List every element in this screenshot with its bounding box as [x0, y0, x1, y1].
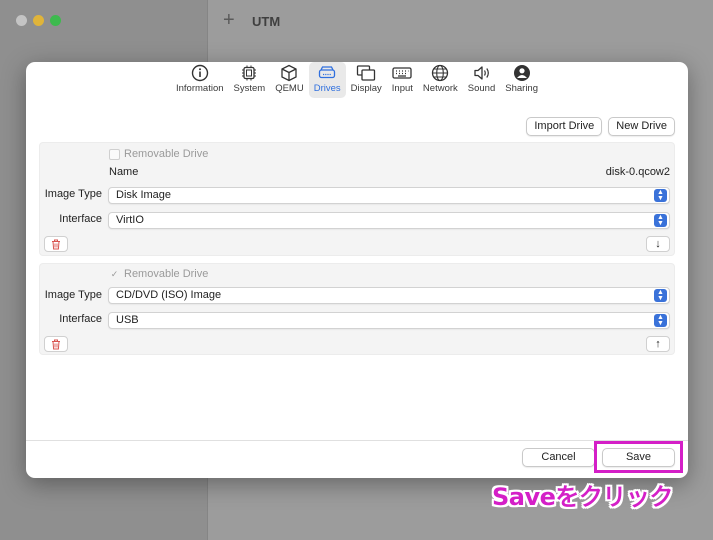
- interface-value: USB: [116, 314, 139, 326]
- drive-panel-2: ✓ Removable Drive Image Type CD/DVD (ISO…: [39, 263, 675, 355]
- drive-icon: [319, 66, 336, 79]
- drive-name-row: Name disk-0.qcow2: [109, 166, 670, 178]
- tab-qemu[interactable]: QEMU: [270, 62, 309, 98]
- cpu-icon: [242, 65, 257, 81]
- image-type-select[interactable]: Disk Image ▲ ▼: [108, 187, 670, 204]
- chevron-up-down-icon: ▲ ▼: [654, 189, 667, 202]
- drive-toolbar: Import Drive New Drive: [526, 117, 675, 136]
- chevron-up-down-icon: ▲ ▼: [654, 289, 667, 302]
- name-label: Name: [109, 166, 139, 178]
- speaker-icon: [473, 66, 489, 80]
- checkbox-box[interactable]: [109, 148, 120, 160]
- move-down-button[interactable]: ↓: [646, 236, 670, 252]
- cube-icon: [281, 64, 298, 82]
- tab-system[interactable]: System: [229, 62, 271, 98]
- interface-value: VirtIO: [116, 214, 144, 226]
- info-icon: [191, 64, 208, 82]
- tab-sound[interactable]: Sound: [463, 62, 500, 98]
- drive-panel-1: Removable Drive Name disk-0.qcow2 Image …: [39, 142, 675, 256]
- name-value: disk-0.qcow2: [605, 166, 670, 178]
- tab-label: Input: [391, 83, 413, 94]
- removable-drive-label: Removable Drive: [124, 148, 209, 160]
- person-icon: [513, 65, 530, 81]
- arrow-down-icon: ↓: [655, 238, 661, 250]
- image-type-label: Image Type: [44, 289, 102, 301]
- footer-divider: [26, 440, 688, 441]
- checkmark-icon[interactable]: ✓: [109, 269, 120, 280]
- move-up-button[interactable]: ↑: [646, 336, 670, 352]
- interface-select[interactable]: VirtIO ▲ ▼: [108, 212, 670, 229]
- delete-drive-button[interactable]: [44, 236, 68, 252]
- import-drive-button[interactable]: Import Drive: [526, 117, 603, 136]
- chevron-up-down-icon: ▲ ▼: [654, 214, 667, 227]
- save-highlight-box: [594, 441, 683, 473]
- removable-drive-checkbox[interactable]: Removable Drive: [109, 148, 208, 160]
- settings-tabbar: Information System QEMU Drives Display I…: [26, 62, 688, 100]
- tab-label: Network: [422, 83, 458, 94]
- new-drive-button[interactable]: New Drive: [608, 117, 675, 136]
- tab-label: Display: [350, 83, 382, 94]
- removable-drive-label: Removable Drive: [124, 268, 209, 280]
- tab-display[interactable]: Display: [346, 62, 387, 98]
- image-type-value: CD/DVD (ISO) Image: [116, 289, 222, 301]
- cancel-button[interactable]: Cancel: [522, 448, 595, 467]
- zoom-window-icon[interactable]: [50, 15, 61, 26]
- interface-label: Interface: [59, 213, 102, 225]
- tab-drives[interactable]: Drives: [308, 62, 346, 98]
- display-icon: [357, 65, 376, 81]
- globe-icon: [432, 64, 449, 82]
- interface-label: Interface: [59, 313, 102, 325]
- trash-icon: [52, 239, 60, 249]
- tab-label: Information: [175, 83, 224, 94]
- tab-network[interactable]: Network: [418, 62, 463, 98]
- image-type-label: Image Type: [44, 188, 102, 200]
- trash-icon: [52, 339, 60, 349]
- window-title: UTM: [252, 14, 281, 29]
- tab-sharing[interactable]: Sharing: [500, 62, 543, 98]
- tab-label: System: [233, 83, 266, 94]
- tab-label: Drives: [313, 83, 341, 94]
- tab-information[interactable]: Information: [171, 62, 229, 98]
- add-vm-icon[interactable]: +: [223, 9, 235, 32]
- chevron-up-down-icon: ▲ ▼: [654, 314, 667, 327]
- arrow-up-icon: ↑: [655, 338, 661, 350]
- tab-label: QEMU: [275, 83, 304, 94]
- image-type-value: Disk Image: [116, 189, 172, 201]
- minimize-window-icon[interactable]: [33, 15, 44, 26]
- close-window-icon[interactable]: [16, 15, 27, 26]
- tab-input[interactable]: Input: [387, 62, 418, 98]
- tab-label: Sound: [467, 83, 496, 94]
- removable-drive-checkbox[interactable]: ✓ Removable Drive: [109, 268, 209, 280]
- tab-label: Sharing: [505, 83, 538, 94]
- keyboard-icon: [392, 67, 412, 79]
- settings-sheet: Information System QEMU Drives Display I…: [26, 62, 688, 478]
- annotation-text: Saveをクリック: [492, 483, 673, 511]
- interface-select[interactable]: USB ▲ ▼: [108, 312, 670, 329]
- delete-drive-button[interactable]: [44, 336, 68, 352]
- image-type-select[interactable]: CD/DVD (ISO) Image ▲ ▼: [108, 287, 670, 304]
